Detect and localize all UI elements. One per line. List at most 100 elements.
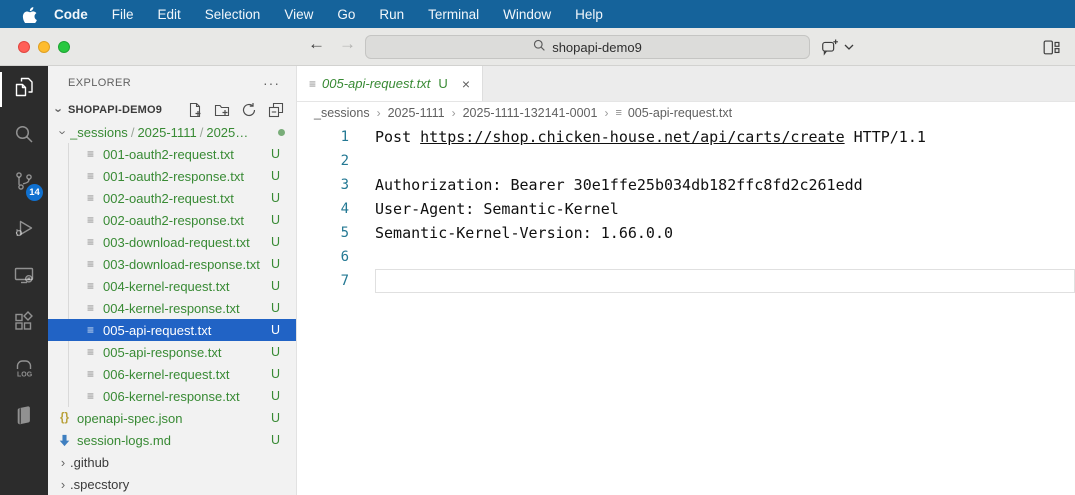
git-untracked-badge: U [271, 433, 280, 447]
code-line[interactable]: 2 [297, 149, 1075, 173]
git-untracked-badge: U [271, 279, 280, 293]
code-line[interactable]: 7 [297, 269, 1075, 293]
collapse-all-icon[interactable] [268, 102, 284, 118]
activity-item-docs[interactable] [0, 395, 48, 442]
tree-item-file[interactable]: ≡001-oauth2-response.txtU [48, 165, 296, 187]
git-untracked-badge: U [271, 301, 280, 315]
workspace-root-name: SHOPAPI-DEMO9 [68, 104, 187, 116]
tab-close-icon[interactable]: × [462, 76, 470, 92]
menu-item-view[interactable]: View [272, 7, 325, 22]
customize-layout-button[interactable] [1041, 37, 1061, 57]
git-untracked-badge: U [271, 345, 280, 359]
new-folder-icon[interactable] [214, 102, 230, 118]
breadcrumb-item[interactable]: 005-api-request.txt [628, 106, 732, 120]
tree-item-file[interactable]: ≡003-download-response.txtU [48, 253, 296, 275]
activity-item-extensions[interactable] [0, 301, 48, 348]
indent-guide [68, 385, 69, 407]
code-editor[interactable]: 1Post https://shop.chicken-house.net/api… [297, 124, 1075, 495]
tree-item-file[interactable]: {}openapi-spec.jsonU [48, 407, 296, 429]
tree-item-file[interactable]: ≡004-kernel-request.txtU [48, 275, 296, 297]
activity-item-run-debug[interactable] [0, 207, 48, 254]
command-center-search[interactable]: shopapi-demo9 [365, 35, 810, 59]
activity-item-log-viewer[interactable]: LOG [0, 348, 48, 395]
tree-item-file[interactable]: ≡002-oauth2-response.txtU [48, 209, 296, 231]
tree-item-file[interactable]: ≡006-kernel-request.txtU [48, 363, 296, 385]
zoom-window-button[interactable] [58, 41, 70, 53]
tree-item-file[interactable]: session-logs.mdU [48, 429, 296, 451]
tree-item-file[interactable]: ≡005-api-request.txtU [48, 319, 296, 341]
text-file-icon: ≡ [82, 389, 99, 403]
explorer-more-actions-icon[interactable]: ··· [263, 75, 280, 91]
indent-guide [68, 231, 69, 253]
tree-item-file[interactable]: ≡006-kernel-response.txtU [48, 385, 296, 407]
chevron-down-icon: › [56, 125, 71, 139]
detected-link[interactable]: https://shop.chicken-house.net/api/carts… [420, 128, 844, 146]
git-untracked-badge: U [271, 169, 280, 183]
search-icon [12, 122, 36, 151]
code-line-content: Authorization: Bearer 30e1ffe25b034db182… [375, 173, 1075, 197]
menu-item-edit[interactable]: Edit [146, 7, 193, 22]
tree-item-file[interactable]: ≡002-oauth2-request.txtU [48, 187, 296, 209]
minimize-window-button[interactable] [38, 41, 50, 53]
remote-window-icon [12, 263, 36, 292]
file-name: 006-kernel-response.txt [103, 389, 271, 404]
chevron-right-icon: › [56, 477, 70, 492]
run-debug-icon [12, 216, 36, 245]
git-untracked-badge: U [271, 323, 280, 337]
window-title-bar: ← → shopapi-demo9 [0, 28, 1075, 66]
menu-item-code[interactable]: Code [42, 7, 100, 22]
activity-item-remote[interactable] [0, 254, 48, 301]
line-number: 1 [297, 125, 349, 149]
chevron-right-icon: › [56, 455, 70, 470]
tab-modified-badge: U [438, 76, 447, 91]
activity-item-explorer[interactable] [0, 66, 48, 113]
indent-guide [68, 187, 69, 209]
copilot-chat-button[interactable] [820, 37, 854, 57]
code-line[interactable]: 1Post https://shop.chicken-house.net/api… [297, 125, 1075, 149]
menu-item-run[interactable]: Run [367, 7, 416, 22]
text-file-icon: ≡ [82, 279, 99, 293]
menu-item-terminal[interactable]: Terminal [416, 7, 491, 22]
close-window-button[interactable] [18, 41, 30, 53]
tree-item-folder[interactable]: ›.specstory [48, 473, 296, 495]
breadcrumb-item[interactable]: 2025-1111-132141-0001 [463, 106, 598, 120]
code-line[interactable]: 5Semantic-Kernel-Version: 1.66.0.0 [297, 221, 1075, 245]
indent-guide [68, 363, 69, 385]
text-file-icon: ≡ [82, 147, 99, 161]
tree-item-file[interactable]: ≡005-api-response.txtU [48, 341, 296, 363]
breadcrumb-item[interactable]: 2025-1111 [388, 106, 445, 120]
tree-item-file[interactable]: ≡003-download-request.txtU [48, 231, 296, 253]
tree-item-file[interactable]: ≡001-oauth2-request.txtU [48, 143, 296, 165]
code-line[interactable]: 3 Authorization: Bearer 30e1ffe25b034db18… [297, 173, 1075, 197]
file-name: 003-download-response.txt [103, 257, 271, 272]
breadcrumb-item[interactable]: _sessions [314, 106, 370, 120]
tree-item-file[interactable]: ≡004-kernel-response.txtU [48, 297, 296, 319]
menu-item-help[interactable]: Help [563, 7, 615, 22]
text-file-icon: ≡ [82, 235, 99, 249]
menu-item-file[interactable]: File [100, 7, 146, 22]
chevron-right-icon: › [452, 106, 456, 120]
workspace-root-row[interactable]: › SHOPAPI-DEMO9 [48, 99, 296, 121]
activity-item-source-control[interactable]: 14 [0, 160, 48, 207]
text-file-icon: ≡ [615, 107, 621, 119]
tab-005-api-request[interactable]: ≡ 005-api-request.txt U × [297, 66, 483, 101]
menu-item-window[interactable]: Window [491, 7, 563, 22]
refresh-icon[interactable] [241, 102, 257, 118]
file-name: 002-oauth2-response.txt [103, 213, 271, 228]
tree-item-folder[interactable]: ›_sessions/2025-1111/2025… [48, 121, 296, 143]
apple-logo-icon[interactable] [16, 6, 42, 23]
activity-item-search[interactable] [0, 113, 48, 160]
menu-item-selection[interactable]: Selection [193, 7, 273, 22]
menu-item-go[interactable]: Go [325, 7, 367, 22]
git-untracked-badge: U [271, 257, 280, 271]
tree-item-folder[interactable]: ›.github [48, 451, 296, 473]
book-icon [12, 404, 36, 433]
code-line[interactable]: 6 [297, 245, 1075, 269]
navigate-back-icon[interactable]: ← [308, 34, 325, 54]
text-file-icon: ≡ [82, 323, 99, 337]
code-line[interactable]: 4User-Agent: Semantic-Kernel [297, 197, 1075, 221]
new-file-icon[interactable] [187, 102, 203, 118]
code-line-content [375, 269, 1075, 293]
activity-bar: 14 LOG [0, 66, 48, 495]
line-number: 3 [297, 173, 349, 197]
